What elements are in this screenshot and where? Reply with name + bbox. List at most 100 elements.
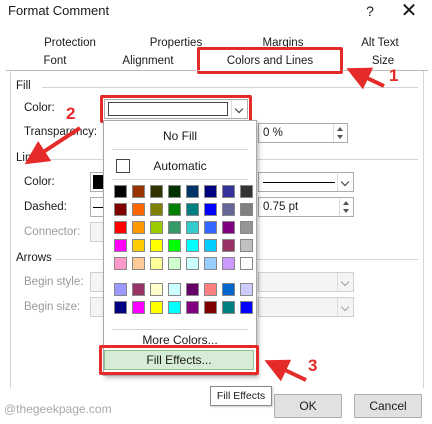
color-swatch[interactable]: [114, 283, 127, 296]
tab-divider-right: [342, 70, 428, 71]
color-swatch[interactable]: [204, 301, 217, 314]
title-bar: Format Comment ? ✕: [0, 0, 432, 24]
color-swatch[interactable]: [222, 221, 235, 234]
color-swatch[interactable]: [132, 239, 145, 252]
tab-divider-left: [6, 70, 200, 71]
end-style-combo[interactable]: [258, 272, 354, 292]
begin-size-combo[interactable]: [90, 297, 104, 317]
chevron-down-icon[interactable]: [337, 173, 353, 191]
spin-up-icon[interactable]: [343, 201, 349, 205]
line-weight-value: 0.75 pt: [263, 201, 299, 213]
no-fill-option[interactable]: No Fill: [104, 127, 256, 145]
color-swatch[interactable]: [222, 239, 235, 252]
connector-combo[interactable]: [90, 222, 104, 242]
color-swatch[interactable]: [132, 301, 145, 314]
spin-down-icon[interactable]: [337, 135, 343, 139]
fill-effects-tooltip: Fill Effects: [210, 386, 272, 406]
color-swatch[interactable]: [222, 283, 235, 296]
line-color-label: Color:: [24, 176, 55, 188]
spin-up-icon[interactable]: [337, 127, 343, 131]
color-swatch[interactable]: [114, 221, 127, 234]
line-weight-spinner[interactable]: 0.75 pt: [258, 197, 354, 217]
color-swatch[interactable]: [204, 257, 217, 270]
color-swatch[interactable]: [204, 221, 217, 234]
color-swatch[interactable]: [168, 221, 181, 234]
spin-buttons[interactable]: [339, 198, 353, 216]
color-swatch[interactable]: [150, 283, 163, 296]
color-swatch[interactable]: [150, 203, 163, 216]
color-swatch[interactable]: [150, 239, 163, 252]
color-swatch[interactable]: [168, 203, 181, 216]
color-swatch[interactable]: [186, 301, 199, 314]
tab-alignment[interactable]: Alignment: [108, 52, 188, 70]
color-swatch[interactable]: [240, 257, 253, 270]
color-swatch[interactable]: [186, 239, 199, 252]
color-swatch[interactable]: [222, 185, 235, 198]
color-swatch[interactable]: [168, 283, 181, 296]
color-swatch[interactable]: [222, 203, 235, 216]
line-section-label: Line: [16, 152, 38, 164]
color-swatch[interactable]: [168, 185, 181, 198]
tab-font[interactable]: Font: [30, 52, 80, 70]
transparency-spinner[interactable]: 0 %: [258, 123, 348, 143]
line-color-combo[interactable]: [90, 172, 104, 192]
transparency-value: 0 %: [263, 127, 283, 139]
color-dropdown: No Fill Automatic More Colors...: [103, 120, 257, 376]
color-swatch[interactable]: [150, 257, 163, 270]
close-button[interactable]: ✕: [396, 0, 422, 22]
color-swatch[interactable]: [186, 283, 199, 296]
color-swatch[interactable]: [132, 221, 145, 234]
annotation-number-1: 1: [389, 66, 399, 85]
color-swatch[interactable]: [150, 301, 163, 314]
color-swatch[interactable]: [240, 221, 253, 234]
fill-color-label: Color:: [24, 102, 55, 114]
color-swatch[interactable]: [168, 257, 181, 270]
cancel-button[interactable]: Cancel: [354, 394, 422, 418]
spin-buttons[interactable]: [333, 124, 347, 142]
color-swatch[interactable]: [186, 203, 199, 216]
help-button[interactable]: ?: [360, 1, 380, 21]
color-swatch[interactable]: [168, 239, 181, 252]
dropdown-separator: [112, 329, 248, 330]
color-swatch[interactable]: [240, 239, 253, 252]
color-swatch[interactable]: [168, 301, 181, 314]
color-swatch[interactable]: [114, 301, 127, 314]
color-swatch[interactable]: [186, 185, 199, 198]
color-swatch[interactable]: [240, 185, 253, 198]
color-swatch[interactable]: [132, 257, 145, 270]
chevron-down-icon[interactable]: [337, 273, 353, 291]
color-swatch[interactable]: [204, 239, 217, 252]
line-style-combo[interactable]: [258, 172, 354, 192]
color-swatch[interactable]: [132, 185, 145, 198]
color-swatch[interactable]: [186, 221, 199, 234]
color-swatch[interactable]: [114, 203, 127, 216]
color-swatch[interactable]: [114, 239, 127, 252]
ok-button[interactable]: OK: [274, 394, 342, 418]
color-swatch[interactable]: [222, 301, 235, 314]
chevron-down-icon[interactable]: [337, 298, 353, 316]
end-size-combo[interactable]: [258, 297, 354, 317]
color-swatch[interactable]: [186, 257, 199, 270]
color-swatch[interactable]: [240, 283, 253, 296]
color-swatch[interactable]: [204, 185, 217, 198]
color-swatch[interactable]: [150, 221, 163, 234]
tab-protection[interactable]: Protection: [30, 34, 110, 52]
tab-alt-text[interactable]: Alt Text: [348, 34, 412, 52]
color-swatch[interactable]: [114, 185, 127, 198]
dashed-combo[interactable]: [90, 197, 104, 217]
begin-style-combo[interactable]: [90, 272, 104, 292]
line-style-preview: [263, 182, 335, 183]
color-swatch[interactable]: [114, 257, 127, 270]
spin-down-icon[interactable]: [343, 209, 349, 213]
color-swatch[interactable]: [240, 301, 253, 314]
automatic-option[interactable]: Automatic: [120, 157, 240, 175]
color-swatch[interactable]: [132, 283, 145, 296]
color-swatch[interactable]: [240, 203, 253, 216]
watermark: @thegeekpage.com: [4, 402, 112, 416]
color-swatch[interactable]: [204, 283, 217, 296]
color-swatch[interactable]: [132, 203, 145, 216]
color-swatch[interactable]: [222, 257, 235, 270]
color-swatch[interactable]: [204, 203, 217, 216]
begin-style-label: Begin style:: [24, 276, 84, 288]
color-swatch[interactable]: [150, 185, 163, 198]
